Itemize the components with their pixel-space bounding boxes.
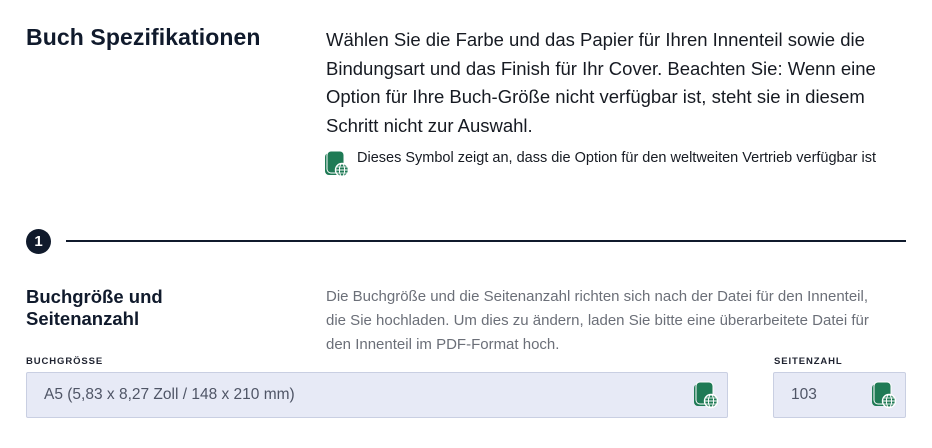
page-count-value: 103 <box>791 386 817 403</box>
global-distribution-icon <box>324 150 350 183</box>
intro-text: Wählen Sie die Farbe und das Papier für … <box>326 29 876 136</box>
page-count-field[interactable]: 103 <box>773 372 906 418</box>
global-distribution-icon <box>871 381 897 414</box>
page-count-label: SEITENZAHL <box>774 356 843 367</box>
section-description: Die Buchgröße und die Seitenanzahl richt… <box>326 288 869 353</box>
section-title: Buchgröße und Seitenanzahl <box>26 286 163 329</box>
legend: Dieses Symbol zeigt an, dass die Option … <box>324 150 884 183</box>
legend-text: Dieses Symbol zeigt an, dass die Option … <box>357 150 877 166</box>
book-size-value: A5 (5,83 x 8,27 Zoll / 148 x 210 mm) <box>44 386 295 403</box>
book-size-label: BUCHGRÖSSE <box>26 356 104 367</box>
page-title: Buch Spezifikationen <box>26 24 261 50</box>
step-number-badge: 1 <box>26 229 51 254</box>
step-divider <box>66 240 906 242</box>
global-distribution-icon <box>693 381 719 414</box>
book-size-field[interactable]: A5 (5,83 x 8,27 Zoll / 148 x 210 mm) <box>26 372 728 418</box>
